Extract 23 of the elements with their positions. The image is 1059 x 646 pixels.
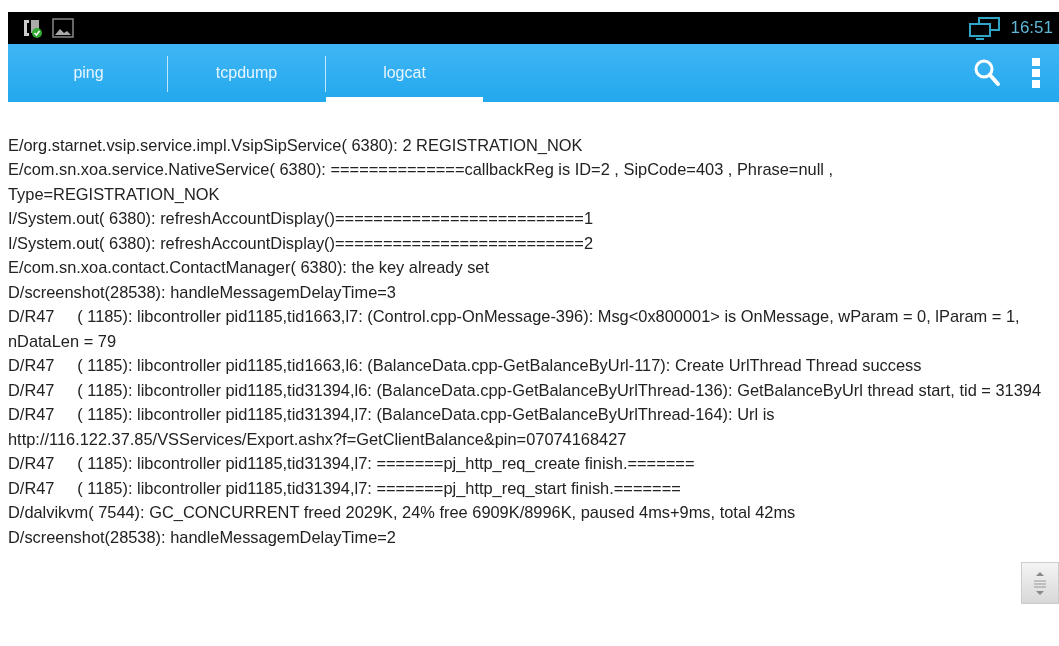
scroll-handle-icon[interactable]	[1021, 562, 1059, 604]
log-line: D/dalvikvm( 7544): GC_CONCURRENT freed 2029K, 24% free 6909K/8996K, paused 4ms+9ms, total 42ms	[8, 502, 797, 523]
log-line: I/System.out( 6380): refreshAccountDisplay()==========================1	[8, 208, 594, 229]
log-line: D/R47 ( 1185): libcontroller pid1185,tid31394,l6: (BalanceData.cpp-GetBalanceByUrlThread-136): GetBalanceByUrl thread start, tid = 31394	[8, 379, 1043, 401]
tab[interactable]: logcat	[326, 44, 483, 102]
monitors-icon	[968, 16, 1003, 40]
log-line: E/com.sn.xoa.contact.ContactManager( 6380): the key already set	[8, 257, 491, 278]
menu-icon[interactable]	[1031, 57, 1041, 89]
log-line: E/org.starnet.vsip.service.impl.VsipSipService( 6380): 2 REGISTRATION_NOK	[8, 134, 584, 156]
log-line: D/screenshot(28538): handleMessagemDelayTime=3	[8, 281, 397, 303]
search-icon[interactable]	[973, 58, 1001, 88]
clock-time: 16:51	[1010, 18, 1053, 38]
tab[interactable]: ping	[10, 44, 167, 102]
log-line: D/R47 ( 1185): libcontroller pid1185,tid31394,l7: =======pj_http_req_start finish.=======	[8, 477, 682, 499]
log-line: D/screenshot(28538): handleMessagemDelayTime=2	[8, 526, 397, 548]
image-icon	[52, 18, 74, 38]
log-line: I/System.out( 6380): refreshAccountDisplay()==========================2	[8, 232, 594, 254]
log-line: D/R47 ( 1185): libcontroller pid1185,tid31394,l7: (BalanceData.cpp-GetBalanceByUrlThread-164): Url is http://116.122.37.85/VSServices/Export.ashx?f=GetClientBalance&pin=07074168427	[8, 404, 776, 450]
log-line: E/com.sn.xoa.service.NativeService( 6380): ==============callbackReg is ID=2 , SipCode=403 , Phrase=null , Type=REGISTRATION_NOK	[8, 159, 835, 205]
log-line: D/R47 ( 1185): libcontroller pid1185,tid1663,l6: (BalanceData.cpp-GetBalanceByUrl-117): Create UrlThread Thread success	[8, 355, 923, 376]
log-line: D/R47 ( 1185): libcontroller pid1185,tid1663,l7: (Control.cpp-OnMessage-396): Msg<0x800001> is OnMessage, wParam = 0, lParam = 1, nDataLen = 79	[8, 306, 1021, 352]
log-line: D/R47 ( 1185): libcontroller pid1185,tid31394,l7: =======pj_http_req_create finish.=======	[8, 453, 696, 474]
tab[interactable]: tcpdump	[168, 44, 325, 102]
